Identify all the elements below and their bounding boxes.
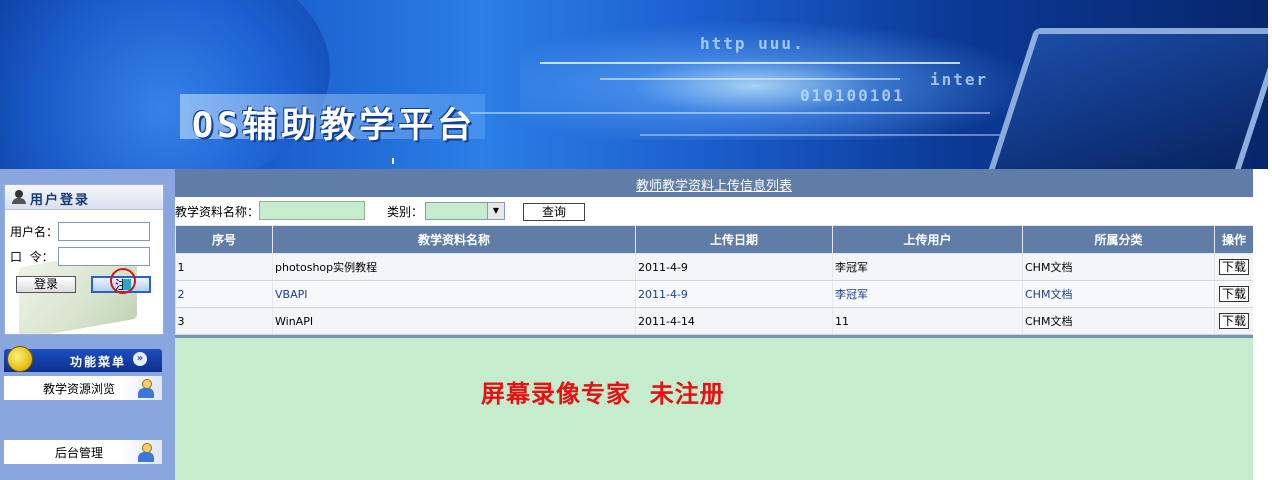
table-bottom-border — [175, 335, 1253, 338]
person-icon — [137, 443, 155, 463]
row-number: 3 — [175, 307, 273, 335]
site-title: OS辅助教学平台 — [192, 106, 477, 146]
site-banner: http uuu. 010100101 inter OS辅助教学平台 — [0, 0, 1268, 169]
person-icon — [137, 379, 155, 399]
column-header: 上传用户 — [832, 225, 1023, 254]
row-number: 2 — [175, 280, 273, 308]
column-header: 教学资料名称 — [272, 225, 636, 254]
table-row: 1 photoshop实例教程 2011-4-9 李冠军 CHM文档 下载 — [175, 253, 1254, 281]
download-button[interactable]: 下载 — [1219, 286, 1249, 302]
banner-streak — [640, 134, 1000, 136]
column-header: 所属分类 — [1022, 225, 1215, 254]
upload-user: 11 — [832, 307, 1023, 335]
column-header: 上传日期 — [635, 225, 833, 254]
banner-bits: inter — [930, 70, 989, 89]
username-input[interactable] — [58, 222, 150, 241]
table-row: 2 VBAPI 2011-4-9 李冠军 CHM文档 下载 — [175, 280, 1254, 308]
category: CHM文档 — [1022, 280, 1215, 308]
material-name: photoshop实例教程 — [272, 253, 636, 281]
function-menu-title: 功能菜单 — [70, 355, 127, 369]
login-button[interactable]: 登录 — [16, 276, 76, 293]
upload-user: 李冠军 — [832, 280, 1023, 308]
banner-streak — [470, 112, 990, 114]
password-input[interactable] — [58, 247, 150, 266]
action-cell: 下载 — [1214, 280, 1254, 308]
password-label: 口 令： — [10, 250, 54, 264]
function-menu-header[interactable]: 功能菜单 » — [4, 346, 162, 372]
user-icon — [12, 190, 26, 204]
banner-streak — [600, 78, 900, 80]
table-row: 3 WinAPI 2011-4-14 11 CHM文档 下载 — [175, 307, 1254, 335]
table-header-row: 序号 教学资料名称 上传日期 上传用户 所属分类 操作 — [175, 225, 1254, 254]
download-button[interactable]: 下载 — [1219, 259, 1249, 275]
main-content: 教师教学资料上传信息列表 教学资料名称： 类别： ▼ 查询 序号 教学资料名称 … — [175, 169, 1254, 480]
banner-flare — [392, 158, 394, 164]
upload-date: 2011-4-9 — [635, 280, 833, 308]
menu-item-label: 教学资源浏览 — [42, 382, 115, 396]
left-sidebar: 用户登录 用户名： 口 令： 登录 注 功能菜单 » 教学资源浏览 后台管理 — [0, 169, 175, 480]
category-label: 类别： — [387, 205, 424, 219]
row-number: 1 — [175, 253, 273, 281]
mouse-cursor-highlight — [110, 268, 136, 294]
action-cell: 下载 — [1214, 253, 1254, 281]
upload-date: 2011-4-9 — [635, 253, 833, 281]
banner-bits: 010100101 — [800, 86, 905, 105]
material-name-input[interactable] — [259, 201, 365, 220]
category-select[interactable]: ▼ — [425, 202, 505, 220]
menu-item-label: 后台管理 — [54, 446, 103, 460]
login-header: 用户登录 — [5, 185, 163, 210]
right-edge — [1268, 0, 1272, 480]
material-name: VBAPI — [272, 280, 636, 308]
username-label: 用户名： — [10, 225, 59, 239]
upload-date: 2011-4-14 — [635, 307, 833, 335]
menu-item-admin[interactable]: 后台管理 — [4, 440, 162, 464]
category: CHM文档 — [1022, 307, 1215, 335]
column-header: 序号 — [175, 225, 273, 254]
search-bar: 教学资料名称： 类别： ▼ 查询 — [175, 197, 1253, 225]
materials-table: 序号 教学资料名称 上传日期 上传用户 所属分类 操作 1 photoshop实… — [175, 225, 1254, 335]
download-button[interactable]: 下载 — [1219, 313, 1249, 329]
laptop-graphic — [985, 28, 1268, 169]
menu-item-resource-browse[interactable]: 教学资源浏览 — [4, 376, 162, 400]
material-name-label: 教学资料名称： — [175, 205, 260, 219]
list-title-bar: 教师教学资料上传信息列表 — [175, 169, 1253, 197]
banner-bits: http uuu. — [700, 34, 805, 53]
action-cell: 下载 — [1214, 307, 1254, 335]
query-button[interactable]: 查询 — [523, 203, 585, 221]
material-name: WinAPI — [272, 307, 636, 335]
column-header: 操作 — [1214, 225, 1254, 254]
login-panel: 用户登录 用户名： 口 令： 登录 注 — [4, 184, 164, 335]
banner-streak — [540, 62, 960, 64]
chevron-down-icon[interactable]: » — [133, 352, 147, 366]
upload-user: 李冠军 — [832, 253, 1023, 281]
list-title-link[interactable]: 教师教学资料上传信息列表 — [175, 175, 1253, 194]
paint-bucket-icon — [7, 346, 33, 372]
right-margin — [1253, 169, 1268, 480]
login-heading: 用户登录 — [30, 193, 91, 208]
category: CHM文档 — [1022, 253, 1215, 281]
dropdown-arrow-icon[interactable]: ▼ — [487, 203, 504, 219]
recorder-watermark: 屏幕录像专家 未注册 — [481, 379, 725, 408]
